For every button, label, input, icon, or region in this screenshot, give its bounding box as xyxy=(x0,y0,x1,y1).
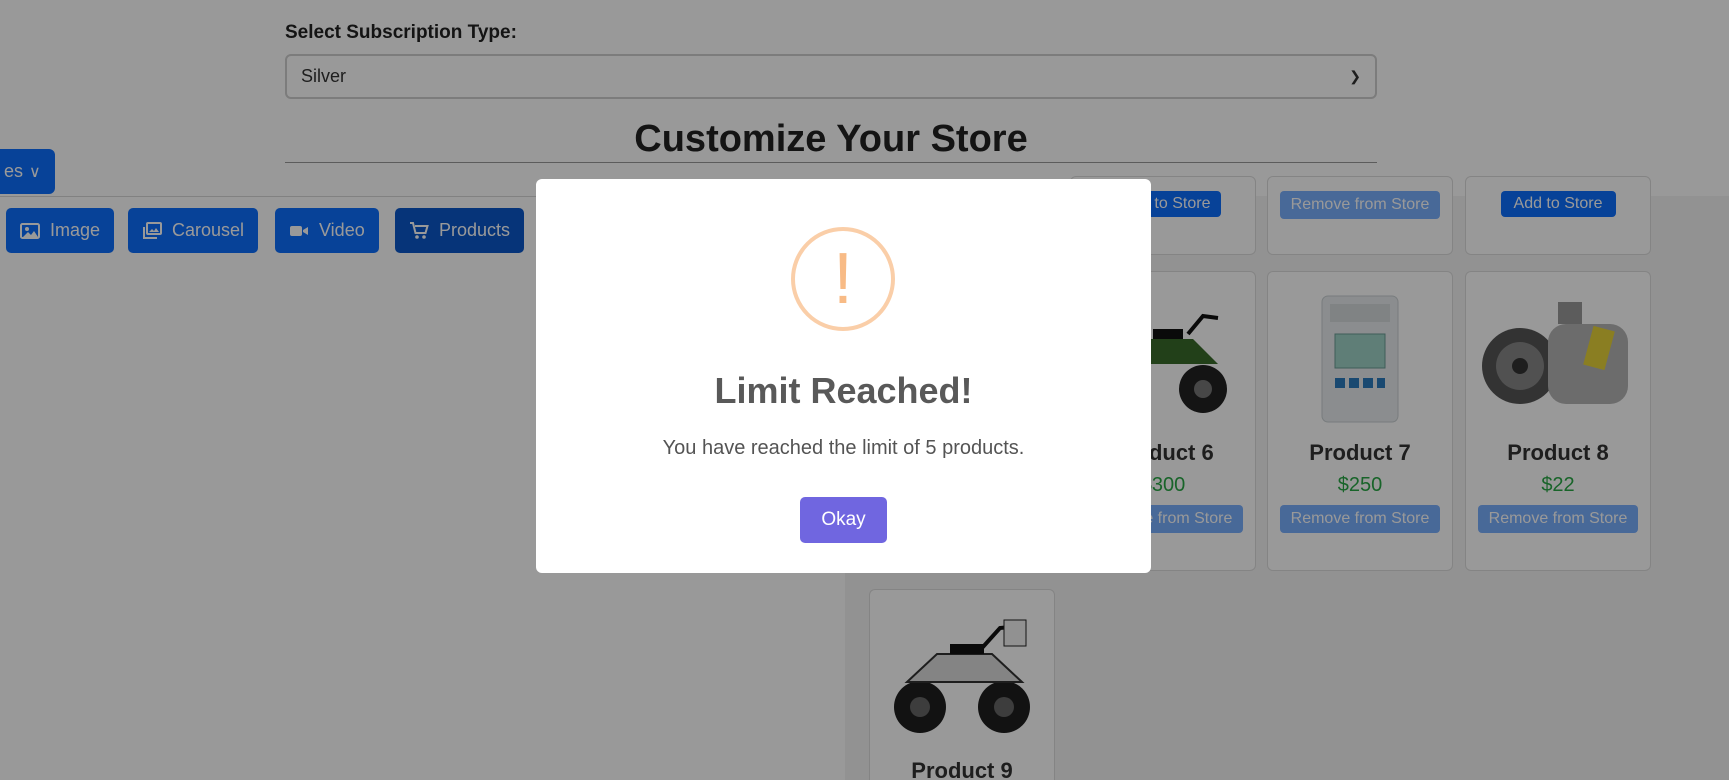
warning-icon: ! xyxy=(791,227,895,331)
dialog-title: Limit Reached! xyxy=(714,370,973,411)
limit-reached-dialog: ! Limit Reached! You have reached the li… xyxy=(536,179,1151,573)
dialog-message: You have reached the limit of 5 products… xyxy=(662,437,1025,459)
warning-exclamation: ! xyxy=(832,239,853,319)
okay-button[interactable]: Okay xyxy=(800,497,887,543)
